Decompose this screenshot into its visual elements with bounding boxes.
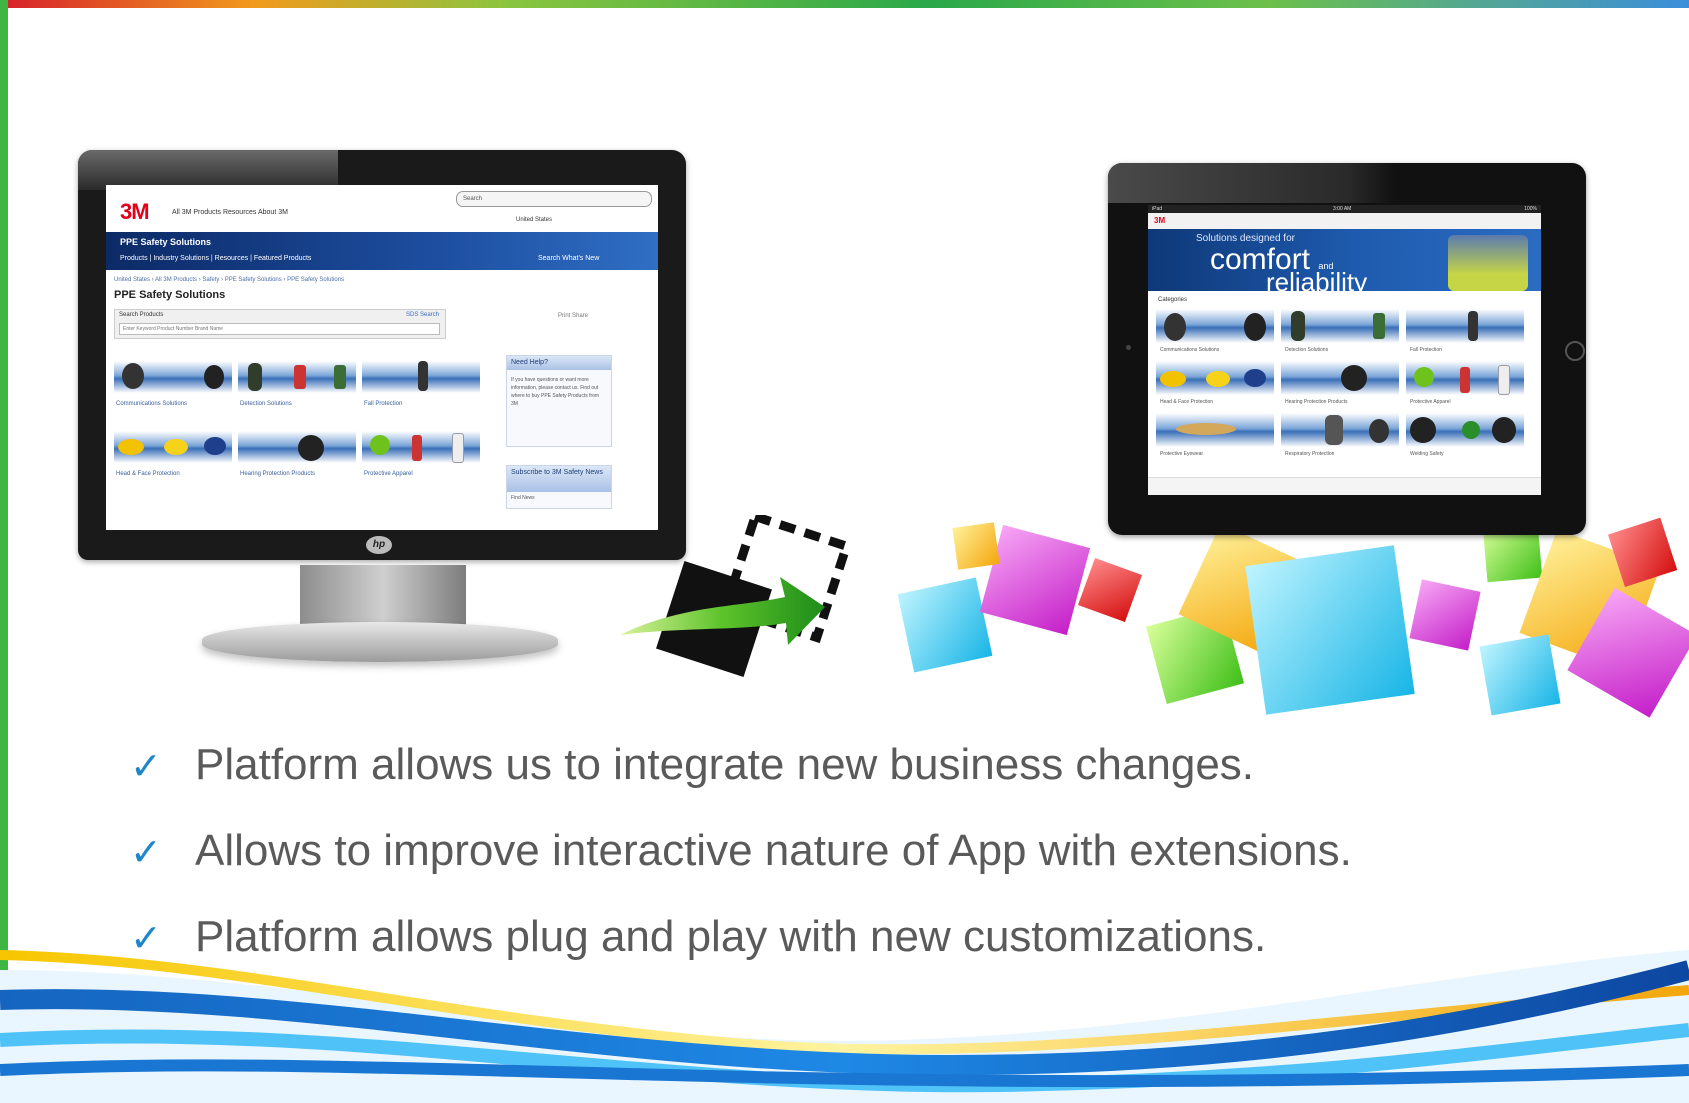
- app-category-tile[interactable]: Fall Protection: [1406, 307, 1524, 359]
- news-panel: Subscribe to 3M Safety News Find News: [506, 465, 612, 509]
- app-category-tile[interactable]: Protective Apparel: [1406, 359, 1524, 411]
- tablet-gloss: [1108, 163, 1419, 203]
- bullet-text: Allows to improve interactive nature of …: [195, 826, 1352, 875]
- category-label: Head & Face Protection: [116, 471, 180, 477]
- bullet-text: Platform allows us to integrate new busi…: [195, 740, 1255, 789]
- page-title: PPE Safety Solutions: [114, 289, 226, 301]
- tablet-status-bar: iPad 3:00 AM 100%: [1148, 205, 1541, 213]
- status-time: 3:00 AM: [1333, 206, 1352, 212]
- product-search-box: Search Products SDS Search Enter Keyword…: [114, 309, 446, 339]
- help-text[interactable]: If you have questions or want more infor…: [507, 370, 611, 414]
- sds-search-link[interactable]: SDS Search: [406, 312, 439, 318]
- check-icon: ✓: [130, 830, 162, 874]
- site-location[interactable]: United States: [516, 217, 552, 223]
- app-category-tile[interactable]: Communications Solutions: [1156, 307, 1274, 359]
- category-tile[interactable]: Hearing Protection Products: [238, 427, 356, 485]
- app-header: 3M: [1148, 213, 1541, 230]
- top-color-strip: [0, 0, 1689, 8]
- category-label: Communications Solutions: [1160, 347, 1220, 353]
- category-image: [1281, 361, 1399, 395]
- app-category-tile[interactable]: Respiratory Protection: [1281, 411, 1399, 463]
- app-category-tile[interactable]: Head & Face Protection: [1156, 359, 1274, 411]
- breadcrumb[interactable]: United States › All 3M Products › Safety…: [114, 277, 344, 283]
- site-search-input[interactable]: Search: [456, 191, 652, 207]
- monitor-gloss: [78, 150, 338, 190]
- help-title: Need Help?: [507, 356, 611, 370]
- check-icon: ✓: [130, 744, 162, 788]
- print-share[interactable]: Print Share: [558, 313, 588, 319]
- category-image: [1406, 309, 1524, 343]
- desktop-screen: 3M All 3M Products Resources About 3M Se…: [106, 185, 658, 530]
- category-label: Hearing Protection Products: [1285, 399, 1348, 405]
- tablet-device: iPad 3:00 AM 100% 3M Solutions designed …: [1108, 163, 1586, 535]
- app-banner: Solutions designed for comfort and relia…: [1148, 229, 1541, 297]
- category-label: Detection Solutions: [1285, 347, 1329, 353]
- category-tile[interactable]: Fall Protection: [362, 357, 480, 415]
- category-tile[interactable]: Protective Apparel: [362, 427, 480, 485]
- hp-logo: hp: [366, 536, 392, 554]
- site-tabs-right[interactable]: Search What's New: [538, 255, 599, 262]
- tablet-camera: [1126, 345, 1131, 350]
- categories-label: Categories: [1158, 297, 1188, 303]
- category-tile[interactable]: Detection Solutions: [238, 357, 356, 415]
- category-label: Communications Solutions: [116, 401, 188, 407]
- search-label: Search Products: [119, 312, 164, 318]
- site-banner: PPE Safety Solutions Products | Industry…: [106, 232, 658, 270]
- news-title: Subscribe to 3M Safety News: [507, 466, 611, 492]
- bottom-swoosh-decoration: [0, 950, 1689, 1103]
- app-category-tile[interactable]: Hearing Protection Products: [1281, 359, 1399, 411]
- help-panel: Need Help? If you have questions or want…: [506, 355, 612, 447]
- site-tabs[interactable]: Products | Industry Solutions | Resource…: [120, 255, 311, 262]
- category-tile[interactable]: Communications Solutions: [114, 357, 232, 415]
- banner-title: PPE Safety Solutions: [120, 237, 212, 247]
- app-category-tile[interactable]: Protective Eyewear: [1156, 411, 1274, 463]
- monitor-neck: [300, 565, 466, 627]
- site-logo[interactable]: 3M: [120, 199, 150, 225]
- category-label: Detection Solutions: [240, 401, 292, 407]
- category-label: Hearing Protection Products: [240, 471, 316, 477]
- monitor-base: [202, 622, 558, 662]
- worker-photo: [1448, 235, 1528, 291]
- app-bottom-bar: [1148, 477, 1541, 495]
- category-image: [238, 431, 356, 463]
- cubes-decoration: [897, 517, 1689, 718]
- status-battery: 100%: [1524, 206, 1537, 212]
- desktop-monitor: 3M All 3M Products Resources About 3M Se…: [78, 150, 686, 560]
- category-label: Welding Safety: [1410, 451, 1444, 457]
- category-label: Protective Apparel: [1410, 399, 1451, 405]
- app-logo[interactable]: 3M: [1154, 216, 1165, 225]
- banner-line3: reliability: [1266, 267, 1368, 297]
- category-tile[interactable]: Head & Face Protection: [114, 427, 232, 485]
- category-label: Fall Protection: [1410, 347, 1442, 353]
- category-label: Respiratory Protection: [1285, 451, 1335, 457]
- migrate-arrow-icon: [620, 515, 853, 677]
- category-label: Head & Face Protection: [1160, 399, 1214, 405]
- site-nav[interactable]: All 3M Products Resources About 3M: [172, 209, 288, 216]
- news-link[interactable]: Find News: [507, 492, 611, 504]
- tablet-screen: iPad 3:00 AM 100% 3M Solutions designed …: [1148, 205, 1541, 495]
- status-device: iPad: [1152, 206, 1163, 212]
- product-search-input[interactable]: Enter Keyword Product Number Brand Name: [119, 323, 440, 335]
- app-category-tile[interactable]: Detection Solutions: [1281, 307, 1399, 359]
- app-category-tile[interactable]: Welding Safety: [1406, 411, 1524, 463]
- category-label: Fall Protection: [364, 401, 403, 407]
- category-label: Protective Apparel: [364, 471, 413, 477]
- tablet-home-button[interactable]: [1565, 341, 1585, 361]
- category-label: Protective Eyewear: [1160, 451, 1204, 457]
